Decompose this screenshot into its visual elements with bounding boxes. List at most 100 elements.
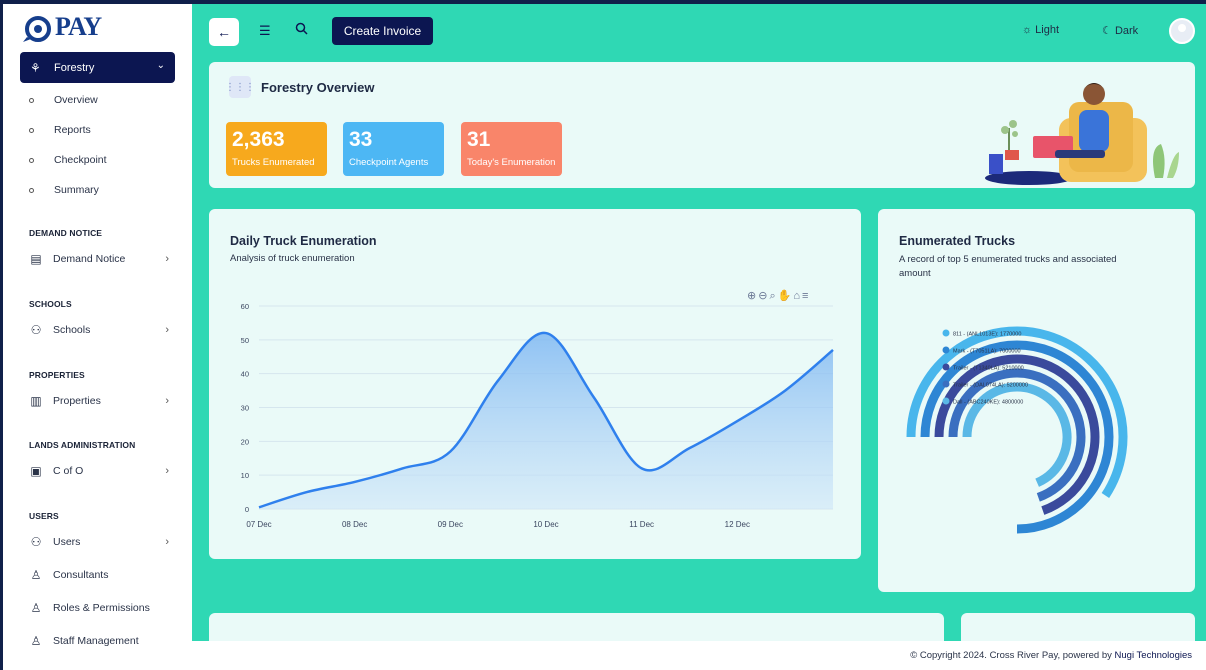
hamburger-menu-icon[interactable]: ☰ <box>259 23 271 39</box>
sidebar-item-staff-management[interactable]: ♙ Staff Management <box>29 634 169 648</box>
stat-label: Checkpoint Agents <box>349 157 429 168</box>
back-button[interactable]: ← <box>209 18 239 46</box>
y-tick-label: 40 <box>241 370 249 379</box>
user-key-icon: ♙ <box>30 601 42 615</box>
sidebar-item-properties[interactable]: ▥ Properties › <box>29 394 169 408</box>
sidebar-sub-summary[interactable]: Summary <box>29 184 99 196</box>
person-laptop-illustration <box>985 83 1179 185</box>
section-demand-notice: DEMAND NOTICE <box>29 228 103 238</box>
sidebar-sub-checkpoint[interactable]: Checkpoint <box>29 154 107 166</box>
legend-label: Trailer - (DAL074LA): 5200000 <box>953 383 1028 389</box>
y-tick-label: 50 <box>241 336 249 345</box>
create-invoice-button[interactable]: Create Invoice <box>332 17 433 45</box>
sidebar-item-label: Demand Notice <box>53 253 126 265</box>
sidebar-item-c-of-o[interactable]: ▣ C of O › <box>29 464 169 478</box>
sidebar-sub-label: Overview <box>54 94 98 106</box>
legend-marker <box>942 363 950 371</box>
sidebar-item-schools[interactable]: ⚇ Schools › <box>29 323 169 337</box>
legend-label: 811 - (ANL1013E): 1770000 <box>953 332 1021 338</box>
radial-bar <box>948 368 1086 502</box>
sidebar-sub-label: Checkpoint <box>54 154 107 166</box>
sidebar-item-label: Schools <box>53 324 91 336</box>
y-tick-label: 30 <box>241 404 249 413</box>
user-icon: ♙ <box>30 568 42 582</box>
search-icon[interactable] <box>295 22 308 38</box>
sidebar-sub-label: Reports <box>54 124 91 136</box>
bullet-icon <box>29 127 34 133</box>
people-icon: ⚇ <box>30 323 42 337</box>
logo-mark-icon <box>23 16 51 43</box>
sidebar-item-label: Users <box>53 536 81 548</box>
footer: © Copyright 2024. Cross River Pay, power… <box>192 641 1206 670</box>
users-icon: ⚇ <box>30 535 42 549</box>
enumerated-trucks-chart: 811 - (ANL1013E): 1770000 Mark - (T7051LA… <box>906 326 1128 534</box>
sidebar-item-consultants[interactable]: ♙ Consultants <box>29 568 169 582</box>
x-tick-label: 10 Dec <box>533 520 558 529</box>
x-tick-label: 09 Dec <box>438 520 463 529</box>
legend-marker <box>942 329 950 337</box>
section-lands-administration: LANDS ADMINISTRATION <box>29 440 136 450</box>
stat-todays-enumeration: 31 Today's Enumeration <box>461 122 562 176</box>
chevron-right-icon: › <box>165 395 169 407</box>
light-theme-label: Light <box>1035 24 1060 36</box>
chevron-right-icon: › <box>165 253 169 265</box>
sidebar-item-demand-notice[interactable]: ▤ Demand Notice › <box>29 252 169 266</box>
stat-value: 33 <box>349 128 373 151</box>
enumerated-trucks-card: Enumerated Trucks A record of top 5 enum… <box>878 209 1195 592</box>
forestry-overview-panel: ⋮⋮⋮ Forestry Overview 2,363 Trucks Enume… <box>209 62 1195 188</box>
footer-copyright: © Copyright 2024. Cross River Pay, power… <box>910 650 1192 661</box>
sidebar-item-users[interactable]: ⚇ Users › <box>29 535 169 549</box>
stat-label: Today's Enumeration <box>467 157 556 168</box>
sun-icon: ☼ <box>1022 24 1033 36</box>
page-title: Forestry Overview <box>261 80 375 95</box>
topbar: ← ☰ Create Invoice ☼ Light ☾ Dark <box>209 16 1206 46</box>
sidebar-item-roles-permissions[interactable]: ♙ Roles & Permissions <box>29 601 169 615</box>
y-tick-label: 10 <box>241 471 249 480</box>
sidebar-sub-overview[interactable]: Overview <box>29 94 98 106</box>
y-tick-label: 60 <box>241 302 249 311</box>
moon-icon: ☾ <box>1102 25 1112 37</box>
stat-value: 2,363 <box>232 128 285 151</box>
daily-enumeration-card: Daily Truck Enumeration Analysis of truc… <box>209 209 861 559</box>
sidebar-item-label: Staff Management <box>53 635 139 647</box>
sidebar-item-label: Consultants <box>53 569 109 581</box>
tree-icon: ⚘ <box>30 60 41 75</box>
stat-checkpoint-agents: 33 Checkpoint Agents <box>343 122 444 176</box>
bullet-icon <box>29 187 34 193</box>
chevron-right-icon: › <box>165 536 169 548</box>
area-fill <box>259 332 833 509</box>
section-schools: SCHOOLS <box>29 299 72 309</box>
dark-theme-button[interactable]: ☾ Dark <box>1102 24 1138 37</box>
legend-label: Dall - (ABC240KE): 4800000 <box>953 400 1023 406</box>
sidebar-item-label: Properties <box>53 395 101 407</box>
y-tick-label: 0 <box>245 505 249 514</box>
clipboard-icon: ▤ <box>30 252 42 266</box>
sidebar-item-label: Forestry <box>54 61 95 74</box>
logo[interactable]: PAY <box>21 12 102 43</box>
bullet-icon <box>29 157 34 163</box>
stat-label: Trucks Enumerated <box>232 157 315 168</box>
app-frame: PAY ⚘ Forestry ⌄ Overview Reports Checkp… <box>3 4 1206 670</box>
legend-marker <box>942 397 950 405</box>
legend-marker <box>942 380 950 388</box>
sidebar-item-label: Roles & Permissions <box>53 602 150 614</box>
avatar[interactable] <box>1169 18 1195 44</box>
sidebar-sub-label: Summary <box>54 184 99 196</box>
footer-brand-link[interactable]: Nugi Technologies <box>1115 650 1192 661</box>
daily-enumeration-chart: 0 10 20 30 40 50 60 07 Dec 08 Dec 09 Dec 10 Dec 11 … <box>241 302 834 529</box>
sidebar-item-label: C of O <box>53 465 84 477</box>
sidebar-item-forestry[interactable]: ⚘ Forestry ⌄ <box>20 52 175 83</box>
sidebar-sub-reports[interactable]: Reports <box>29 124 91 136</box>
legend-marker <box>942 346 950 354</box>
section-properties: PROPERTIES <box>29 370 85 380</box>
footer-text: © Copyright 2024. Cross River Pay, power… <box>910 650 1115 661</box>
x-tick-label: 08 Dec <box>342 520 367 529</box>
grid-icon: ⋮⋮⋮ <box>225 76 255 98</box>
stat-value: 31 <box>467 128 491 151</box>
legend-label: Mark - (T7051LA): 7000000 <box>953 349 1021 355</box>
light-theme-button[interactable]: ☼ Light <box>1022 24 1059 36</box>
x-tick-label: 11 Dec <box>629 520 654 529</box>
user-gear-icon: ♙ <box>30 634 42 648</box>
stat-trucks-enumerated: 2,363 Trucks Enumerated <box>226 122 327 176</box>
chevron-down-icon: ⌄ <box>156 60 165 71</box>
